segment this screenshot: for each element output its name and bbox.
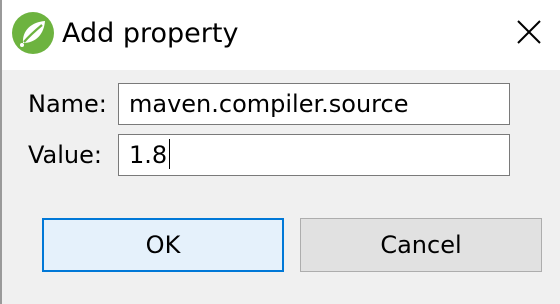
name-label: Name: — [28, 90, 107, 118]
ok-button[interactable]: OK — [42, 218, 284, 272]
title-bar: Add property — [2, 0, 560, 70]
value-field-value: 1.8 — [129, 141, 168, 169]
dialog-title: Add property — [62, 18, 239, 49]
value-field[interactable]: 1.8 — [118, 134, 510, 176]
text-caret — [169, 139, 171, 169]
value-label: Value: — [28, 141, 102, 169]
spring-leaf-icon — [10, 10, 56, 56]
close-icon — [517, 20, 541, 44]
add-property-dialog: Add property Name: maven.compiler.source… — [0, 0, 560, 304]
name-field[interactable]: maven.compiler.source — [118, 83, 510, 125]
name-field-value: maven.compiler.source — [129, 90, 409, 118]
cancel-button[interactable]: Cancel — [300, 218, 542, 272]
close-button[interactable] — [506, 8, 552, 56]
